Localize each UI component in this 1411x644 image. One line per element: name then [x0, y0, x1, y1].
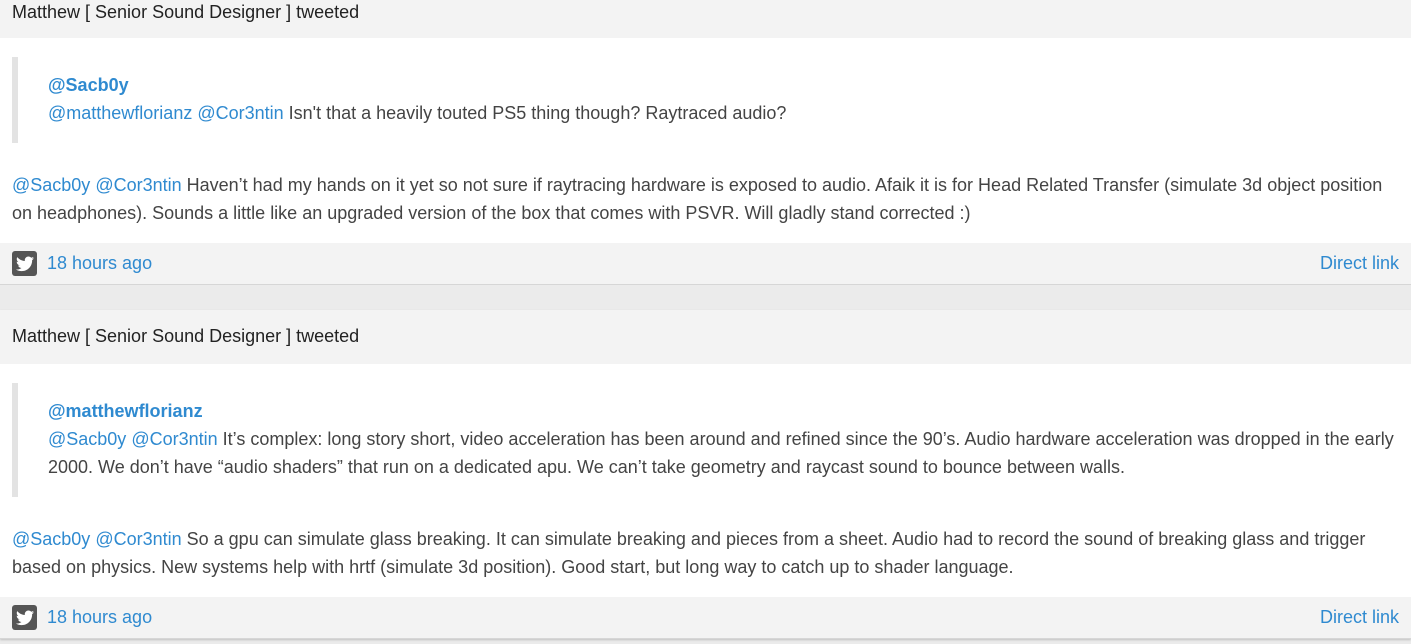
mention-link[interactable]: @Cor3ntin: [197, 103, 283, 123]
quoted-author[interactable]: @matthewflorianz: [48, 397, 1399, 425]
tweet-meta: 18 hours ago: [12, 605, 152, 630]
direct-link[interactable]: Direct link: [1320, 607, 1399, 628]
direct-link[interactable]: Direct link: [1320, 253, 1399, 274]
tweet-footer: 18 hours ago Direct link: [0, 243, 1411, 285]
quoted-tweet: @Sacb0y @matthewflorianz @Cor3ntin Isn't…: [12, 57, 1399, 143]
tweet-card: Matthew [ Senior Sound Designer ] tweete…: [0, 310, 1411, 639]
tweet-text-content: Haven’t had my hands on it yet so not su…: [12, 175, 1383, 223]
tweet-meta: 18 hours ago: [12, 251, 152, 276]
quoted-text-content: It’s complex: long story short, video ac…: [48, 429, 1394, 477]
mention-link[interactable]: @Sacb0y: [48, 429, 126, 449]
twitter-icon: [12, 251, 37, 276]
tweet-body: @Sacb0y @matthewflorianz @Cor3ntin Isn't…: [0, 38, 1411, 243]
quoted-text: @Sacb0y @Cor3ntin It’s complex: long sto…: [48, 425, 1399, 481]
quoted-text: @matthewflorianz @Cor3ntin Isn't that a …: [48, 99, 1399, 127]
tweet-text-content: So a gpu can simulate glass breaking. It…: [12, 529, 1366, 577]
tweet-body: @matthewflorianz @Sacb0y @Cor3ntin It’s …: [0, 364, 1411, 597]
quoted-author[interactable]: @Sacb0y: [48, 71, 1399, 99]
tweet-header: Matthew [ Senior Sound Designer ] tweete…: [0, 310, 1411, 364]
mention-link[interactable]: @Cor3ntin: [95, 529, 181, 549]
mention-link[interactable]: @Sacb0y: [12, 529, 90, 549]
timestamp-link[interactable]: 18 hours ago: [47, 253, 152, 274]
mention-link[interactable]: @Sacb0y: [12, 175, 90, 195]
card-separator: [0, 285, 1411, 310]
tweet-header: Matthew [ Senior Sound Designer ] tweete…: [0, 0, 1411, 38]
twitter-icon: [12, 605, 37, 630]
mention-link[interactable]: @matthewflorianz: [48, 103, 192, 123]
tweet-card: Matthew [ Senior Sound Designer ] tweete…: [0, 0, 1411, 285]
quoted-text-content: Isn't that a heavily touted PS5 thing th…: [283, 103, 787, 123]
quoted-tweet: @matthewflorianz @Sacb0y @Cor3ntin It’s …: [12, 383, 1399, 497]
timestamp-link[interactable]: 18 hours ago: [47, 607, 152, 628]
tweet-footer: 18 hours ago Direct link: [0, 597, 1411, 639]
mention-link[interactable]: @Cor3ntin: [95, 175, 181, 195]
tweet-text: @Sacb0y @Cor3ntin Haven’t had my hands o…: [12, 171, 1399, 243]
tweet-text: @Sacb0y @Cor3ntin So a gpu can simulate …: [12, 525, 1399, 597]
mention-link[interactable]: @Cor3ntin: [131, 429, 217, 449]
